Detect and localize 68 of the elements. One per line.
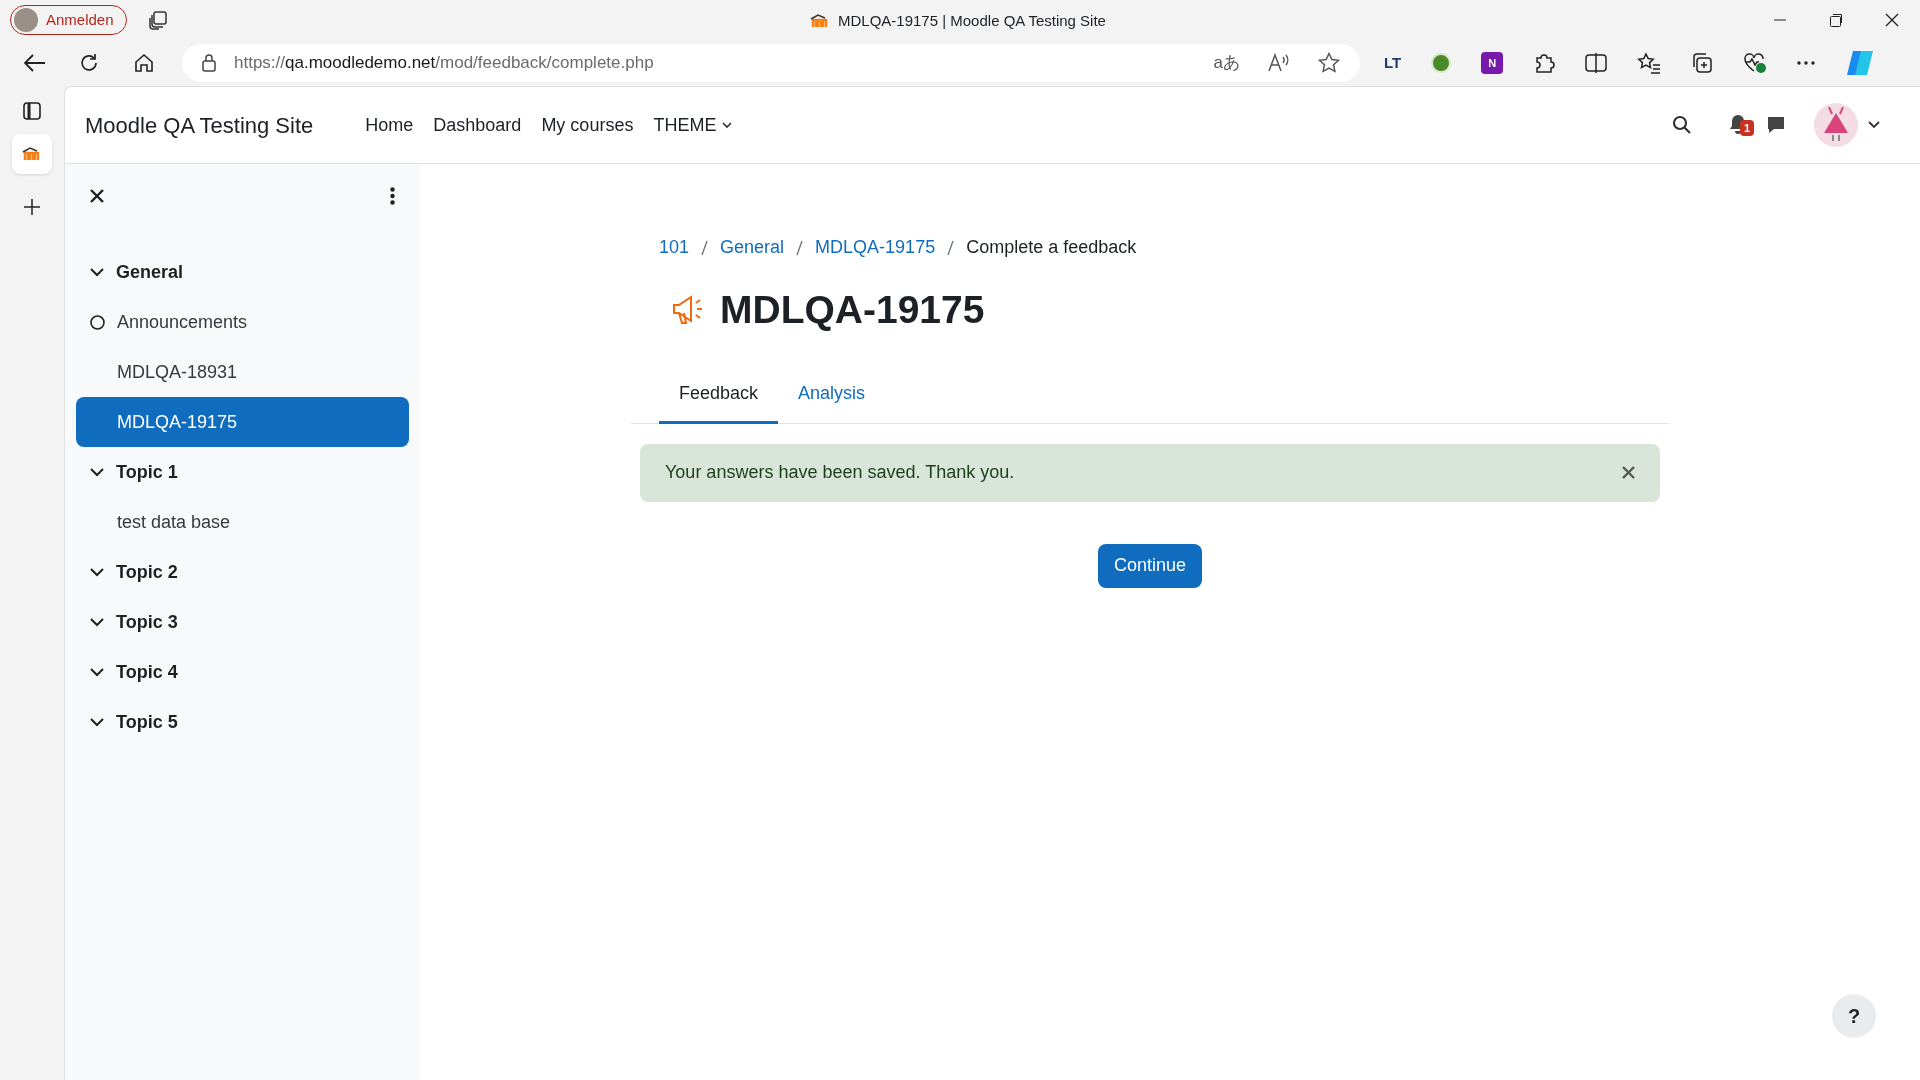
section-link[interactable]: Topic 4 (116, 658, 178, 686)
breadcrumb-link[interactable]: 101 (659, 234, 690, 261)
collections-icon[interactable] (1691, 52, 1714, 74)
notification-count: 1 (1740, 120, 1755, 136)
more-options-icon[interactable] (390, 187, 395, 205)
heart-pulse-icon[interactable] (1743, 52, 1768, 74)
page-heading: MDLQA-19175 (720, 287, 985, 333)
slash-icon (947, 239, 955, 256)
chevron-icon[interactable] (90, 667, 104, 677)
url-text: https://qa.moodledemo.net/mod/feedback/complete.php (234, 52, 654, 75)
continue-button[interactable]: Continue (1097, 543, 1203, 588)
activity-link[interactable]: test data base (117, 508, 231, 536)
section-link[interactable]: General (116, 258, 184, 286)
window-title: MDLQA-19175 | Moodle QA Testing Site (838, 11, 1106, 31)
extension-icon[interactable] (1431, 53, 1452, 73)
nav-link[interactable]: Home (365, 111, 414, 139)
activity-link[interactable]: MDLQA-18931 (117, 358, 238, 386)
site-name[interactable]: Moodle QA Testing Site (85, 108, 314, 142)
breadcrumb-link[interactable]: MDLQA-19175 (815, 234, 936, 261)
translate-icon[interactable]: aあ (1213, 50, 1240, 76)
message-icon[interactable] (1766, 115, 1786, 135)
languagetool-icon[interactable]: LT (1384, 51, 1402, 75)
user-avatar[interactable] (1814, 103, 1858, 147)
chevron-icon[interactable] (90, 267, 104, 277)
activity-link[interactable]: MDLQA-19175 (117, 408, 238, 436)
nav-link[interactable]: Dashboard (433, 111, 522, 139)
slash-icon (701, 239, 709, 256)
star-icon[interactable] (1318, 52, 1340, 74)
home-icon[interactable] (134, 53, 154, 73)
chevron-icon[interactable] (90, 467, 104, 477)
avatar-icon (14, 8, 38, 32)
slash-icon (796, 239, 804, 256)
onenote-icon[interactable]: N (1481, 52, 1504, 74)
megaphone-icon (671, 295, 705, 326)
tab[interactable]: Feedback (659, 365, 779, 424)
section-link[interactable]: Topic 2 (116, 558, 178, 586)
close-icon[interactable] (1885, 13, 1899, 27)
nav-link[interactable]: My courses (541, 111, 634, 139)
section-link[interactable]: Topic 3 (116, 608, 178, 636)
sidebar-panel-icon[interactable] (23, 102, 41, 120)
split-screen-icon[interactable] (1585, 53, 1608, 73)
back-icon[interactable] (24, 54, 46, 72)
section-link[interactable]: Topic 5 (116, 708, 178, 736)
close-icon[interactable] (90, 189, 104, 203)
search-icon[interactable] (1672, 115, 1692, 135)
help-button[interactable]: ? (1832, 994, 1876, 1038)
alert-message: Your answers have been saved. Thank you. (665, 461, 1015, 484)
caret-icon[interactable] (1868, 121, 1880, 129)
chevron-icon[interactable] (90, 617, 104, 627)
read-aloud-icon[interactable] (1268, 53, 1290, 73)
breadcrumb-current: Complete a feedback (966, 236, 1137, 259)
address-bar[interactable]: https://qa.moodledemo.net/mod/feedback/complete.php aあ (182, 44, 1360, 82)
restore-icon[interactable] (1829, 13, 1843, 27)
tab[interactable]: Analysis (778, 365, 886, 424)
puzzle-icon[interactable] (1533, 52, 1556, 74)
caret-icon (722, 121, 733, 129)
chevron-icon[interactable] (90, 567, 104, 577)
activity-link[interactable]: Announcements (117, 308, 248, 336)
favorites-icon[interactable] (1637, 52, 1662, 74)
section-link[interactable]: Topic 1 (116, 458, 178, 486)
breadcrumb-link[interactable]: General (720, 234, 785, 261)
tabs-icon[interactable] (146, 9, 169, 31)
nav-link[interactable]: THEME (653, 111, 733, 139)
more-icon[interactable] (1797, 61, 1816, 65)
add-icon[interactable] (23, 198, 41, 216)
reload-icon[interactable] (79, 53, 99, 73)
lock-icon (202, 54, 216, 72)
chevron-icon[interactable] (90, 717, 104, 727)
